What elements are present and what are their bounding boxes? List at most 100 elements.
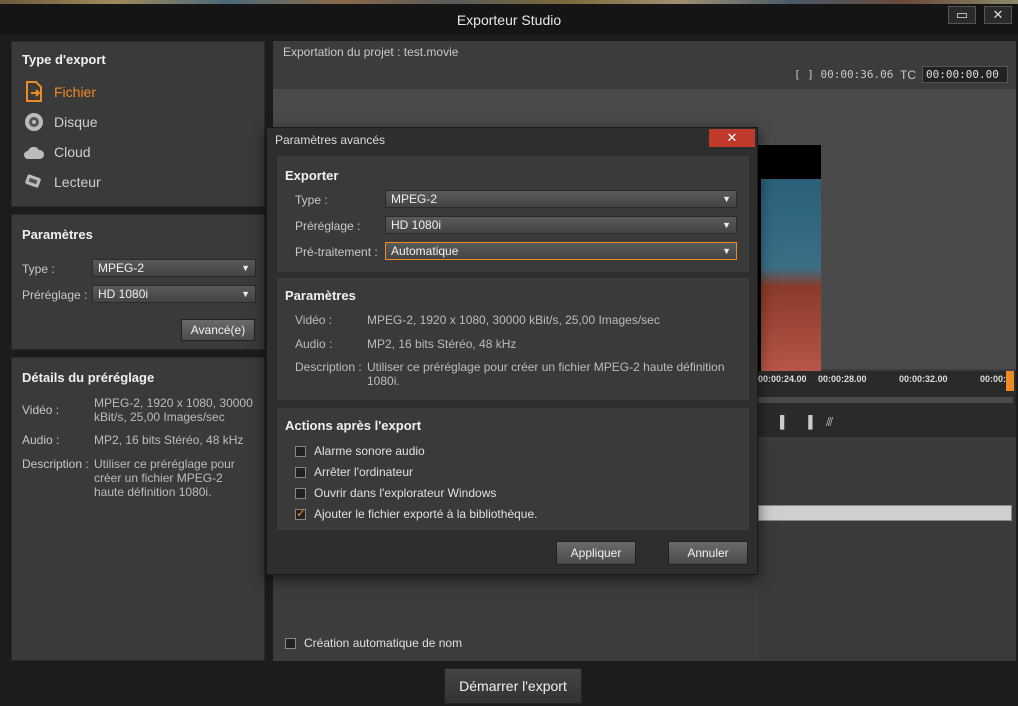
duration-readout: [ ] 00:00:36.06 <box>794 68 894 81</box>
parameters-heading: Paramètres <box>285 288 356 303</box>
checkbox-box-checked <box>295 506 306 520</box>
dlg-desc-value: Utiliser ce préréglage pour créer un fic… <box>367 360 725 388</box>
export-type-panel: Type d'export Fichier Disque Cloud Lecte… <box>11 41 265 207</box>
checkbox-box <box>295 487 306 499</box>
timecode-field[interactable]: 00:00:00.00 <box>922 66 1008 83</box>
actions-section: Actions après l'export Alarme sonore aud… <box>277 408 749 530</box>
timeline-tick: 00:00: <box>980 374 1007 384</box>
dlg-audio-value: MP2, 16 bits Stéréo, 48 kHz <box>367 337 517 351</box>
timeline-tick: 00:00:28.00 <box>818 374 867 384</box>
checkbox-label: Alarme sonore audio <box>314 444 425 458</box>
params-heading: Paramètres <box>22 227 93 242</box>
device-icon <box>22 170 46 194</box>
dlg-audio-label: Audio : <box>295 337 333 351</box>
chevron-down-icon: ▼ <box>722 246 731 256</box>
dlg-preset-value: HD 1080i <box>391 218 442 232</box>
output-path-field[interactable] <box>758 505 1012 521</box>
checkbox-label: Arrêter l'ordinateur <box>314 465 413 479</box>
timeline-tick: 00:00:32.00 <box>899 374 948 384</box>
bottom-bar: Démarrer l'export <box>0 663 1018 706</box>
chevron-down-icon: ▼ <box>722 220 731 230</box>
checkbox-add-library[interactable]: Ajouter le fichier exporté à la biblioth… <box>295 506 538 521</box>
nav-item-cloud[interactable]: Cloud <box>22 140 91 164</box>
chevron-down-icon: ▼ <box>722 194 731 204</box>
audio-label: Audio : <box>22 433 60 447</box>
preset-details-heading: Détails du préréglage <box>22 370 155 385</box>
timeline-playhead[interactable] <box>1006 371 1014 391</box>
dialog-close-button[interactable]: ✕ <box>709 129 755 147</box>
timeline-tick: 00:00:24.00 <box>758 374 807 384</box>
dlg-type-label: Type : <box>295 193 328 207</box>
title-bar: Exporteur Studio ▭ ✕ <box>0 4 1018 34</box>
cloud-icon <box>22 140 46 164</box>
output-panel <box>758 443 1016 661</box>
checkbox-label: Ajouter le fichier exporté à la biblioth… <box>314 507 538 521</box>
dlg-preset-select[interactable]: HD 1080i ▼ <box>385 216 737 234</box>
dlg-pre-value: Automatique <box>391 244 459 258</box>
checkbox-box <box>295 466 306 478</box>
dlg-pre-label: Pré-traitement : <box>295 245 378 259</box>
file-export-icon <box>22 80 46 104</box>
type-label: Type : <box>22 262 55 276</box>
nav-item-lecteur[interactable]: Lecteur <box>22 170 101 194</box>
type-select-value: MPEG-2 <box>98 261 145 275</box>
checkbox-label: Ouvrir dans l'explorateur Windows <box>314 486 497 500</box>
exporter-section: Exporter Type : MPEG-2 ▼ Préréglage : HD … <box>277 156 749 272</box>
nav-item-label: Fichier <box>54 84 97 100</box>
video-value: MPEG-2, 1920 x 1080, 30000 kBit/s, 25,00… <box>94 396 253 424</box>
apply-button[interactable]: Appliquer <box>556 541 636 565</box>
nav-item-label: Disque <box>54 114 98 130</box>
chevron-down-icon: ▼ <box>241 263 250 273</box>
video-frame-image <box>761 179 821 375</box>
dlg-desc-label: Description : <box>295 360 362 374</box>
preset-select[interactable]: HD 1080i ▼ <box>92 285 256 303</box>
dlg-pre-select[interactable]: Automatique ▼ <box>385 242 737 260</box>
type-select[interactable]: MPEG-2 ▼ <box>92 259 256 277</box>
timeline-scrubber[interactable] <box>758 397 1013 403</box>
export-type-heading: Type d'export <box>22 52 106 67</box>
description-label: Description : <box>22 457 89 471</box>
nav-item-disque[interactable]: Disque <box>22 110 98 134</box>
audio-value: MP2, 16 bits Stéréo, 48 kHz <box>94 433 244 447</box>
dlg-preset-label: Préréglage : <box>295 219 361 233</box>
checkbox-box <box>285 637 296 649</box>
dlg-video-label: Vidéo : <box>295 313 333 327</box>
auto-name-label: Création automatique de nom <box>304 636 463 650</box>
actions-heading: Actions après l'export <box>285 418 422 433</box>
chevron-down-icon: ▼ <box>241 289 250 299</box>
mark-in-icon[interactable]: ▌ <box>780 415 789 429</box>
clear-marks-icon[interactable]: ⫻ <box>826 415 833 430</box>
project-name: Exportation du projet : test.movie <box>283 45 459 59</box>
disc-icon <box>22 110 46 134</box>
preset-details-panel: Détails du préréglage Vidéo : MPEG-2, 19… <box>11 357 265 661</box>
close-window-button[interactable]: ✕ <box>984 6 1012 24</box>
tc-label: TC <box>900 68 916 82</box>
video-label: Vidéo : <box>22 403 60 417</box>
advanced-button[interactable]: Avancé(e) <box>181 319 255 341</box>
exporter-heading: Exporter <box>285 168 339 183</box>
window-title: Exporteur Studio <box>456 12 562 28</box>
dialog-title: Paramètres avancés <box>275 133 386 147</box>
auto-name-checkbox[interactable]: Création automatique de nom <box>285 636 462 650</box>
advanced-settings-dialog: Paramètres avancés ✕ Exporter Type : MPE… <box>266 127 758 575</box>
timeline[interactable]: 00:00:24.00 00:00:28.00 00:00:32.00 00:0… <box>758 371 1016 437</box>
description-value: Utiliser ce préréglage pour créer un fic… <box>94 457 235 499</box>
nav-item-label: Cloud <box>54 144 91 160</box>
dlg-type-select[interactable]: MPEG-2 ▼ <box>385 190 737 208</box>
checkbox-open-explorer[interactable]: Ouvrir dans l'explorateur Windows <box>295 486 496 500</box>
preset-select-value: HD 1080i <box>98 287 149 301</box>
checkbox-audio-alarm[interactable]: Alarme sonore audio <box>295 444 425 458</box>
mark-out-icon[interactable]: ▐ <box>804 415 813 429</box>
checkbox-box <box>295 445 306 457</box>
nav-item-fichier[interactable]: Fichier <box>22 80 96 104</box>
nav-item-label: Lecteur <box>54 174 101 190</box>
dlg-type-value: MPEG-2 <box>391 192 438 206</box>
preset-label: Préréglage : <box>22 288 88 302</box>
dlg-video-value: MPEG-2, 1920 x 1080, 30000 kBit/s, 25,00… <box>367 313 660 327</box>
cancel-button[interactable]: Annuler <box>668 541 748 565</box>
params-panel: Paramètres Type : MPEG-2 ▼ Préréglage : H… <box>11 214 265 350</box>
restore-button[interactable]: ▭ <box>948 6 976 24</box>
start-export-button[interactable]: Démarrer l'export <box>444 668 582 704</box>
checkbox-shutdown[interactable]: Arrêter l'ordinateur <box>295 465 413 479</box>
parameters-section: Paramètres Vidéo : MPEG-2, 1920 x 1080, … <box>277 278 749 400</box>
